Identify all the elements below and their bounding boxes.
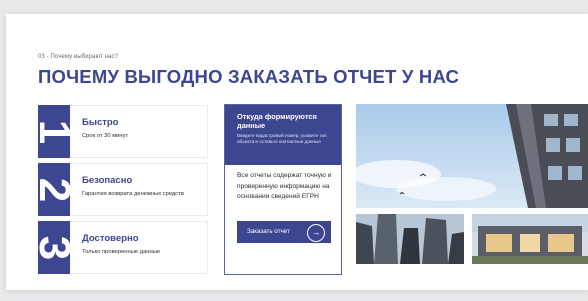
building-sky-photo <box>356 104 588 208</box>
data-source-title: Откуда формируются данные <box>237 112 317 130</box>
order-report-label: Заказать отчет <box>247 228 290 235</box>
data-source-card: Откуда формируются данные Введите кадаст… <box>224 104 342 275</box>
benefit-item-safe: 2 Безопасно Гарантия возврата денежных с… <box>38 163 208 216</box>
data-source-description: Все отчеты содержат точную и проверенную… <box>237 172 332 200</box>
benefit-subtitle: Гарантия возврата денежных средств <box>82 191 184 197</box>
benefit-title: Достоверно <box>82 233 139 244</box>
data-source-header: Откуда формируются данные Введите кадаст… <box>225 105 341 165</box>
order-report-button[interactable]: Заказать отчет → <box>237 221 331 243</box>
benefit-item-reliable: 3 Достоверно Только проверенные данные <box>38 221 208 274</box>
section-eyebrow: 03 - Почему выбирают нас? <box>38 54 119 60</box>
benefit-item-fast: 1 Быстро Срок от 30 минут <box>38 105 208 158</box>
benefit-subtitle: Только проверенные данные <box>82 249 161 255</box>
skyscrapers-photo <box>356 214 464 264</box>
benefit-number: 2 <box>38 163 70 216</box>
data-source-hint: Введите кадастровый номер, укажите тип о… <box>237 133 327 145</box>
house-exterior-photo <box>472 214 588 264</box>
section-title: ПОЧЕМУ ВЫГОДНО ЗАКАЗАТЬ ОТЧЕТ У НАС <box>38 66 460 87</box>
benefit-title: Безопасно <box>82 175 133 186</box>
benefit-title: Быстро <box>82 117 119 128</box>
arrow-right-icon: → <box>307 224 325 242</box>
benefit-number: 3 <box>38 221 70 274</box>
benefit-subtitle: Срок от 30 минут <box>82 133 129 139</box>
benefit-number: 1 <box>38 105 70 158</box>
